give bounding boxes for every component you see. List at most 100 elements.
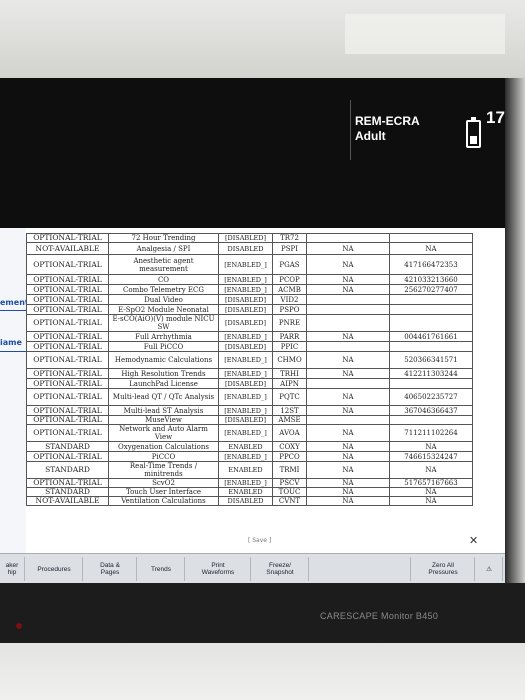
code-cell: PPCO: [272, 451, 307, 462]
main-menu-bar: aker hip Procedures Data & Pages Trends Prin…: [0, 553, 505, 583]
status-header: REM-ECRA Adult 17:42: [0, 78, 505, 228]
menu-button-freeze-snapshot[interactable]: Freeze/ Snapshot: [252, 557, 309, 581]
table-row: OPTIONAL-TRIAL Network and Auto Alarm Vie…: [26, 424, 473, 442]
code-cell: VID2: [272, 294, 307, 305]
enabled-cell: [ENABLED_]: [218, 254, 273, 275]
code-cell: PPIC: [272, 341, 307, 352]
table-row: OPTIONAL-TRIAL Full Arrhythmia [ENABLED_] P…: [26, 331, 473, 342]
serial-cell: 004461761661: [389, 331, 473, 342]
menu-button-procedures[interactable]: Procedures: [26, 557, 83, 581]
table-row: OPTIONAL-TRIAL Anesthetic agent measureme…: [26, 254, 473, 275]
option-name-cell: Analgesia / SPI: [108, 242, 219, 255]
option-name-cell: Multi-lead ST Analysis: [108, 405, 219, 416]
serial-cell: [389, 415, 473, 425]
code-cell: TRHI: [272, 368, 307, 379]
status-cell: OPTIONAL-TRIAL: [26, 424, 109, 442]
code-cell: PGAS: [272, 254, 307, 275]
code-cell: TR72: [272, 233, 307, 243]
serial-cell: NA: [389, 487, 473, 497]
code-cell: PSPO: [272, 304, 307, 315]
enabled-cell: ENABLED: [218, 461, 273, 479]
option-name-cell: Multi-lead QT / QTc Analysis: [108, 388, 219, 406]
device-brand: CARESCAPE Monitor B450: [320, 611, 439, 621]
na-cell: NA: [306, 351, 390, 369]
serial-cell: 417166472353: [389, 254, 473, 275]
enabled-cell: [ENABLED_]: [218, 351, 273, 369]
enabled-cell: [ENABLED_]: [218, 331, 273, 342]
table-row: OPTIONAL-TRIAL Dual Video [DISABLED] VID2: [26, 294, 473, 305]
option-name-cell: Network and Auto Alarm View: [108, 424, 219, 442]
serial-cell: [389, 294, 473, 305]
table-row: OPTIONAL-TRIAL Combo Telemetry ECG [ENABLE…: [26, 284, 473, 295]
na-cell: NA: [306, 242, 390, 255]
enabled-cell: [DISABLED]: [218, 314, 273, 332]
table-row: OPTIONAL-TRIAL Multi-lead QT / QTc Analys…: [26, 388, 473, 406]
na-cell: NA: [306, 424, 390, 442]
enabled-cell: [ENABLED_]: [218, 388, 273, 406]
status-cell: OPTIONAL-TRIAL: [26, 304, 109, 315]
option-name-cell: Dual Video: [108, 294, 219, 305]
menu-button-marker[interactable]: aker hip: [0, 557, 25, 581]
option-name-cell: LaunchPad License: [108, 378, 219, 389]
patient-info-panel[interactable]: REM-ECRA Adult: [350, 100, 465, 160]
serial-cell: [389, 314, 473, 332]
monitor-right-frame: [505, 78, 525, 583]
alarm-icon[interactable]: ⚠: [476, 557, 503, 581]
status-cell: NOT-AVAILABLE: [26, 242, 109, 255]
code-cell: PSPI: [272, 242, 307, 255]
menu-button-zero-all-pressures[interactable]: Zero All Pressures: [412, 557, 475, 581]
na-cell: [306, 341, 390, 352]
table-row: STANDARD Touch User Interface ENABLED TOUC N…: [26, 487, 473, 497]
menu-button-print-waveforms[interactable]: Print Waveforms: [186, 557, 251, 581]
na-cell: NA: [306, 478, 390, 488]
monitor-bottom-bezel: CARESCAPE Monitor B450: [0, 583, 525, 643]
table-row: OPTIONAL-TRIAL E-sCO(AiO)(V) module NICU …: [26, 314, 473, 332]
status-cell: OPTIONAL-TRIAL: [26, 415, 109, 425]
na-cell: NA: [306, 284, 390, 295]
table-row: NOT-AVAILABLE Ventilation Calculations DIS…: [26, 496, 473, 506]
monitor-case: [0, 643, 525, 700]
option-name-cell: E-sCO(AiO)(V) module NICU SW: [108, 314, 219, 332]
status-cell: OPTIONAL-TRIAL: [26, 388, 109, 406]
serial-cell: [389, 341, 473, 352]
status-cell: OPTIONAL-TRIAL: [26, 284, 109, 295]
enabled-cell: ENABLED: [218, 441, 273, 452]
code-cell: PARR: [272, 331, 307, 342]
na-cell: [306, 233, 390, 243]
na-cell: NA: [306, 254, 390, 275]
options-table: OPTIONAL-TRIAL 72 Hour Trending [DISABLED]…: [26, 233, 473, 506]
code-cell: CVNT: [272, 496, 307, 506]
menu-button-data-pages[interactable]: Data & Pages: [84, 557, 137, 581]
left-menu-label-2[interactable]: iame: [0, 338, 22, 347]
status-cell: OPTIONAL-TRIAL: [26, 274, 109, 285]
option-name-cell: ScvO2: [108, 478, 219, 488]
option-name-cell: Oxygenation Calculations: [108, 441, 219, 452]
monitor-screen: REM-ECRA Adult 17:42 ement iame OPTIONAL…: [0, 78, 505, 583]
option-name-cell: High Resolution Trends: [108, 368, 219, 379]
close-icon[interactable]: ✕: [469, 534, 478, 547]
serial-cell: 746615324247: [389, 451, 473, 462]
patient-type-label: Adult: [355, 129, 386, 143]
enabled-cell: [DISABLED]: [218, 415, 273, 425]
menu-button-trends[interactable]: Trends: [138, 557, 185, 581]
na-cell: NA: [306, 487, 390, 497]
status-cell: OPTIONAL-TRIAL: [26, 341, 109, 352]
save-button[interactable]: [ Save ]: [248, 537, 271, 544]
enabled-cell: [DISABLED]: [218, 304, 273, 315]
left-menu-pane: ement iame: [0, 228, 29, 553]
menu-button-blank[interactable]: [310, 557, 411, 581]
code-cell: TRMI: [272, 461, 307, 479]
status-cell: OPTIONAL-TRIAL: [26, 478, 109, 488]
status-cell: STANDARD: [26, 461, 109, 479]
na-cell: [306, 294, 390, 305]
serial-cell: 412211303244: [389, 368, 473, 379]
left-menu-label-1[interactable]: ement: [0, 298, 29, 307]
code-cell: PNRE: [272, 314, 307, 332]
na-cell: NA: [306, 274, 390, 285]
status-cell: OPTIONAL-TRIAL: [26, 451, 109, 462]
na-cell: [306, 378, 390, 389]
status-cell: STANDARD: [26, 441, 109, 452]
table-row: NOT-AVAILABLE Analgesia / SPI DISABLED PSPI…: [26, 242, 473, 255]
serial-cell: [389, 378, 473, 389]
enabled-cell: [ENABLED_]: [218, 478, 273, 488]
